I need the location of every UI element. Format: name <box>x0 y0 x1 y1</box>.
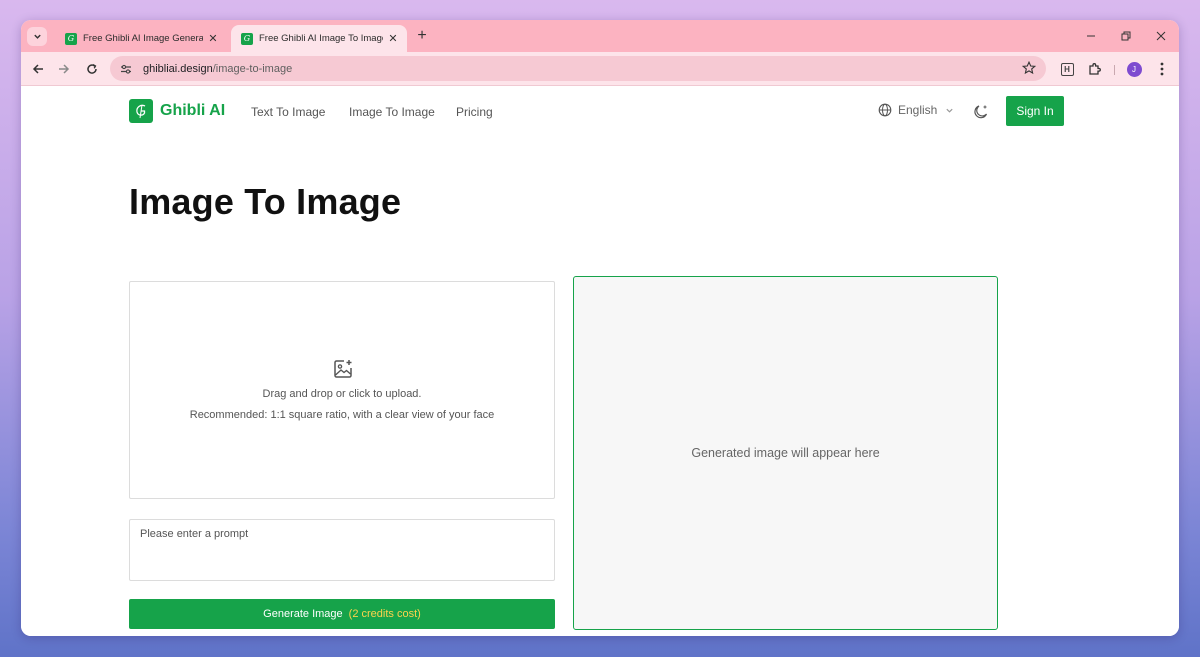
sign-in-button[interactable]: Sign In <box>1006 96 1064 126</box>
upload-instruction: Drag and drop or click to upload. <box>262 388 422 400</box>
nav-image-to-image[interactable]: Image To Image <box>349 105 435 119</box>
bookmark-star-icon[interactable] <box>1022 61 1036 75</box>
restore-icon[interactable] <box>1118 28 1134 44</box>
ghibli-favicon-icon: G <box>241 32 253 45</box>
generated-image-preview: Generated image will appear here <box>573 276 998 630</box>
page-title: Image To Image <box>129 181 402 222</box>
language-label: English <box>898 103 938 117</box>
nav-text-to-image[interactable]: Text To Image <box>251 105 325 119</box>
browser-toolbar: ghibliai.design/image-to-image H J <box>21 52 1179 86</box>
url-text: ghibliai.design/image-to-image <box>143 63 292 75</box>
close-tab-icon[interactable]: ✕ <box>387 32 399 45</box>
profile-avatar[interactable]: J <box>1125 60 1143 78</box>
tab-text-to-image[interactable]: G Free Ghibli AI Image Generator ✕ <box>55 25 227 52</box>
preview-placeholder-text: Generated image will appear here <box>691 446 880 460</box>
extension-h-letter: H <box>1060 62 1074 76</box>
tab-title: Free Ghibli AI Image Generator <box>83 33 203 44</box>
logo-text: Ghibli AI <box>160 102 226 119</box>
tab-image-to-image[interactable]: G Free Ghibli AI Image To Image G ✕ <box>231 25 407 52</box>
prompt-input[interactable] <box>129 519 555 581</box>
close-window-icon[interactable] <box>1153 28 1169 44</box>
image-upload-dropzone[interactable]: Drag and drop or click to upload. Recomm… <box>129 281 555 499</box>
toolbar-separator <box>1114 65 1115 75</box>
web-page: Ghibli AI Text To Image Image To Image P… <box>21 87 1179 636</box>
site-info-icon[interactable] <box>118 61 134 77</box>
minimize-icon[interactable] <box>1083 28 1099 44</box>
chevron-down-icon <box>946 108 953 113</box>
credits-cost-label: (2 credits cost) <box>348 608 421 620</box>
language-selector[interactable]: English <box>878 103 954 117</box>
globe-icon <box>878 103 892 117</box>
back-arrow-icon[interactable] <box>29 60 47 78</box>
tab-strip: G Free Ghibli AI Image Generator ✕ G Fre… <box>21 20 1179 52</box>
site-logo[interactable]: Ghibli AI <box>129 99 225 123</box>
url-domain: ghibliai.design <box>143 62 213 75</box>
address-bar[interactable]: ghibliai.design/image-to-image <box>110 56 1046 81</box>
url-path: /image-to-image <box>212 62 293 75</box>
moon-icon <box>974 105 988 119</box>
forward-arrow-icon[interactable] <box>55 60 73 78</box>
nav-pricing[interactable]: Pricing <box>456 105 493 119</box>
upload-recommendation: Recommended: 1:1 square ratio, with a cl… <box>189 409 495 421</box>
extension-h-icon[interactable]: H <box>1058 60 1076 78</box>
avatar-letter: J <box>1126 61 1142 77</box>
ghibli-logo-icon <box>129 99 153 123</box>
chevron-down-icon <box>33 34 41 39</box>
reload-icon[interactable] <box>83 60 101 78</box>
tab-search-button[interactable] <box>27 27 47 46</box>
dark-mode-toggle[interactable] <box>972 103 990 121</box>
image-add-icon <box>334 360 352 378</box>
close-tab-icon[interactable]: ✕ <box>207 32 219 45</box>
extensions-puzzle-icon[interactable] <box>1086 60 1104 78</box>
new-tab-plus-icon[interactable]: + <box>413 27 431 45</box>
generate-image-button[interactable]: Generate Image (2 credits cost) <box>129 599 555 629</box>
browser-window: G Free Ghibli AI Image Generator ✕ G Fre… <box>21 20 1179 636</box>
generate-label: Generate Image <box>263 608 343 620</box>
tab-title: Free Ghibli AI Image To Image G <box>259 33 383 44</box>
ghibli-favicon-icon: G <box>65 32 77 45</box>
more-menu-icon[interactable] <box>1153 60 1171 78</box>
